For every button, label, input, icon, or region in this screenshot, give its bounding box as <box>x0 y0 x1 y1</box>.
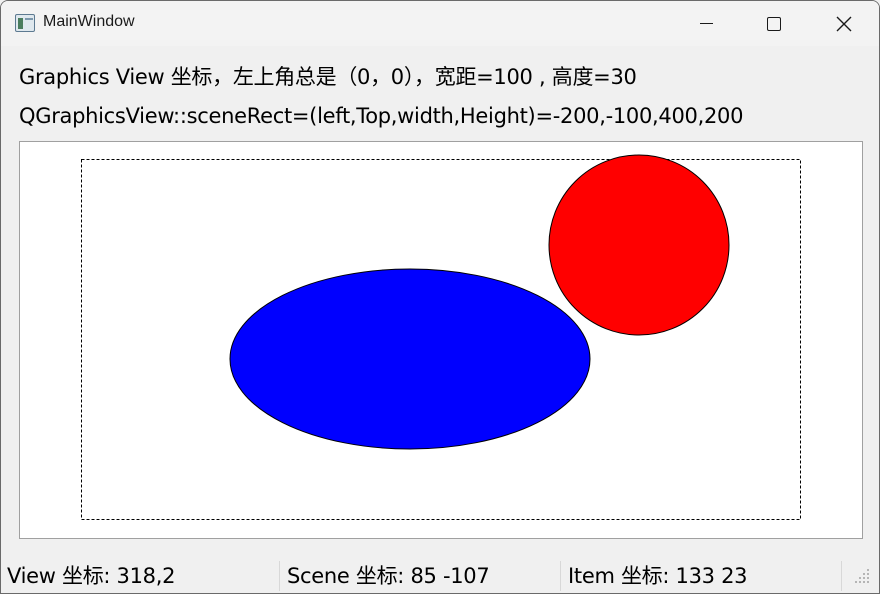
ellipse-item[interactable] <box>229 268 591 450</box>
minimize-icon <box>699 23 713 24</box>
circle-item[interactable] <box>548 154 730 336</box>
title-bar[interactable]: MainWindow <box>1 1 879 46</box>
maximize-button[interactable] <box>739 1 809 46</box>
size-grip-icon[interactable] <box>853 567 873 587</box>
status-item-coords: Item 坐标: 133 23 <box>568 564 748 588</box>
graphics-view[interactable] <box>19 141 863 539</box>
minimize-button[interactable] <box>671 1 741 46</box>
status-bar: View 坐标: 318,2 Scene 坐标: 85 -107 Item 坐标… <box>1 557 879 593</box>
status-separator <box>560 561 561 591</box>
status-separator <box>279 561 280 591</box>
info-label-scene-rect: QGraphicsView::sceneRect=(left,Top,width… <box>19 104 744 128</box>
graphics-scene <box>81 154 801 520</box>
info-label-coordinates: Graphics View 坐标，左上角总是（0，0），宽距=100 , 高度=… <box>19 65 637 89</box>
close-button[interactable] <box>809 1 879 46</box>
main-window: MainWindow Graphics View 坐标，左上角总是（0，0），宽… <box>0 0 880 594</box>
maximize-icon <box>767 16 781 31</box>
close-icon <box>836 16 852 31</box>
status-scene-coords: Scene 坐标: 85 -107 <box>287 564 490 588</box>
status-view-coords: View 坐标: 318,2 <box>7 564 176 588</box>
window-title: MainWindow <box>43 13 135 30</box>
app-window-icon <box>15 14 35 32</box>
status-separator <box>841 561 842 591</box>
